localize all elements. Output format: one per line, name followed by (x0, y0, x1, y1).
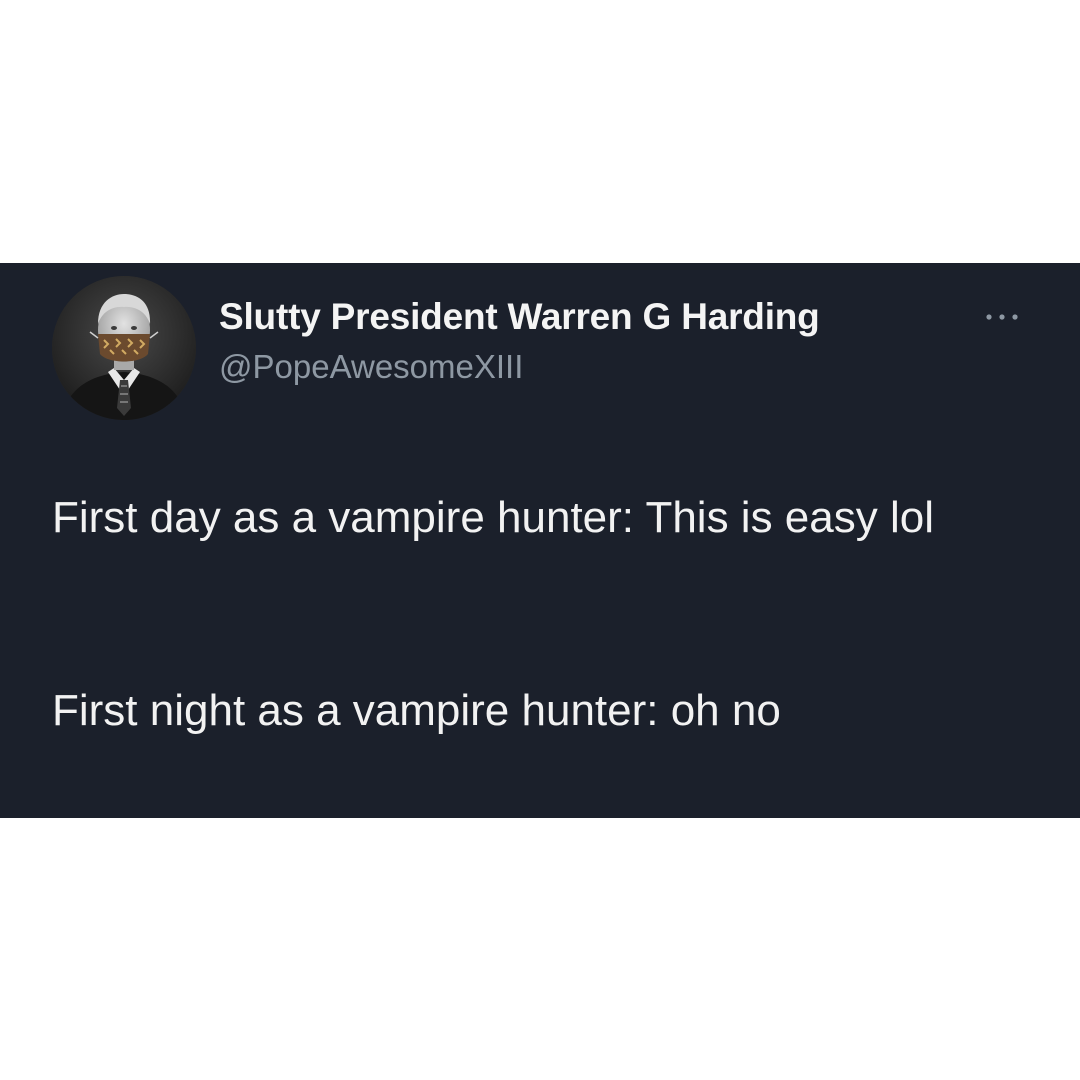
author-avatar[interactable] (52, 276, 196, 420)
tweet-text-paragraph-1: First day as a vampire hunter: This is e… (52, 493, 934, 542)
more-options-button[interactable] (978, 303, 1026, 331)
avatar-photo-icon (52, 276, 196, 420)
author-display-name[interactable]: Slutty President Warren G Harding (219, 296, 820, 338)
tweet-text-paragraph-2: First night as a vampire hunter: oh no (52, 686, 781, 735)
tweet-card: Slutty President Warren G Harding @PopeA… (0, 263, 1080, 818)
author-handle[interactable]: @PopeAwesomeXIII (219, 348, 523, 386)
ellipsis-icon (986, 314, 1018, 320)
